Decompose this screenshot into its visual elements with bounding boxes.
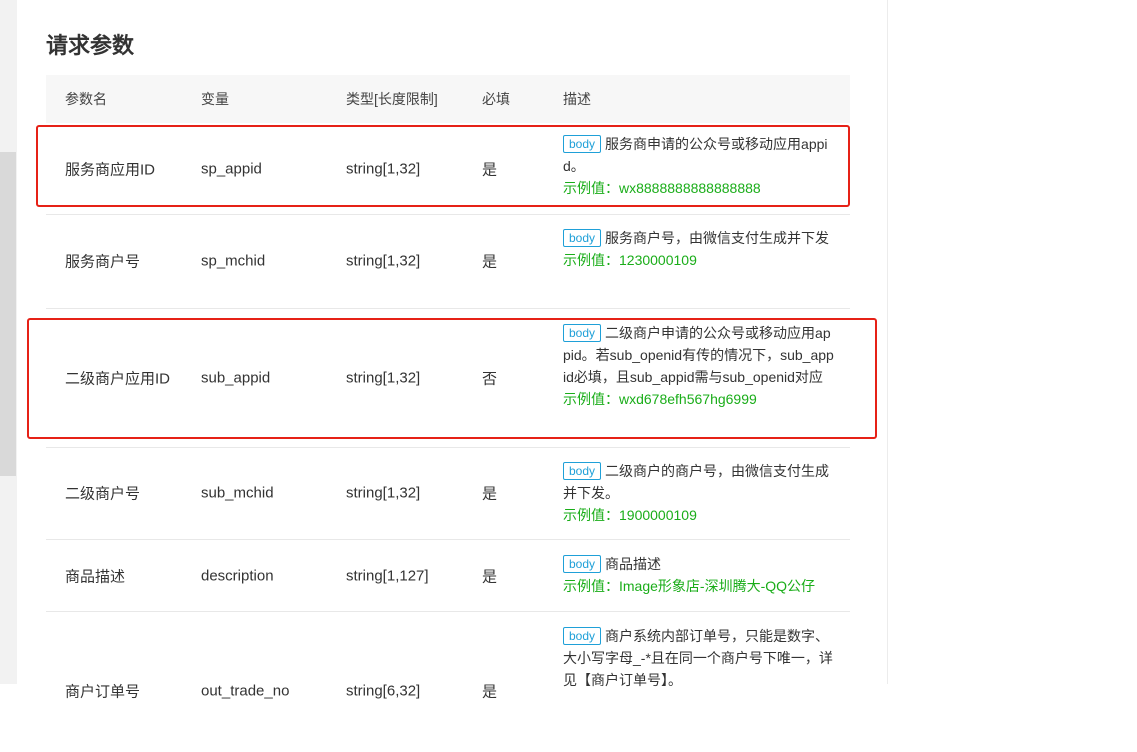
description-text: 商户系统内部订单号，只能是数字、大小写字母_-*且在同一个商户号下唯一，详见【商… [563, 628, 833, 688]
body-tag: body [563, 627, 602, 645]
description-text: 服务商户号，由微信支付生成并下发 [605, 230, 830, 246]
param-type: string[1,32] [346, 252, 421, 270]
param-required: 否 [482, 370, 498, 388]
param-description: body 商品描述 示例值：Image形象店-深圳腾大-QQ公仔 [563, 553, 835, 597]
body-tag: body [563, 324, 602, 342]
table-row: 商户订单号 out_trade_no string[6,32] 是 body 商户… [46, 612, 850, 752]
description-text: 二级商户申请的公众号或移动应用appid。若sub_openid有传的情况下，s… [563, 325, 834, 385]
table-header: 参数名 变量 类型[长度限制] 必填 描述 [46, 75, 850, 123]
body-tag: body [563, 229, 602, 247]
body-tag: body [563, 555, 602, 573]
param-description: body 二级商户申请的公众号或移动应用appid。若sub_openid有传的情… [563, 322, 835, 410]
example-value: 示例值：wxd678efh567hg6999 [563, 391, 757, 407]
body-tag: body [563, 135, 602, 153]
description-text: 服务商申请的公众号或移动应用appid。 [563, 136, 828, 174]
param-type: string[6,32] [346, 682, 421, 700]
table-row: 服务商户号 sp_mchid string[1,32] 是 body 服务商户号，… [46, 215, 850, 309]
header-description: 描述 [563, 91, 591, 107]
param-description: body 二级商户的商户号，由微信支付生成并下发。 示例值：1900000109 [563, 460, 835, 526]
param-type: string[1,32] [346, 160, 421, 178]
param-name: 二级商户号 [65, 485, 141, 503]
params-table: 参数名 变量 类型[长度限制] 必填 描述 服务商应用ID sp_appid s… [46, 75, 850, 752]
param-name: 商品描述 [65, 568, 126, 586]
param-variable: sub_mchid [201, 484, 274, 502]
example-value: 示例值：1900000109 [563, 507, 697, 523]
example-value: 示例值：Image形象店-深圳腾大-QQ公仔 [563, 578, 816, 594]
param-type: string[1,32] [346, 369, 421, 387]
param-variable: sp_mchid [201, 252, 266, 270]
table-row: 服务商应用ID sp_appid string[1,32] 是 body 服务商申… [46, 123, 850, 215]
param-description: body 服务商申请的公众号或移动应用appid。 示例值：wx888888888… [563, 133, 835, 199]
param-type: string[1,32] [346, 484, 421, 502]
header-type: 类型[长度限制] [346, 91, 438, 107]
param-name: 二级商户应用ID [65, 370, 171, 388]
corner-icon: ⌃ [0, 0, 11, 7]
table-row: 二级商户号 sub_mchid string[1,32] 是 body 二级商户的… [46, 448, 850, 540]
param-type: string[1,127] [346, 567, 429, 585]
scrollbar-thumb[interactable] [0, 152, 16, 476]
body-tag: body [563, 462, 602, 480]
param-variable: sub_appid [201, 369, 271, 387]
description-text: 商品描述 [605, 556, 662, 572]
table-row: 二级商户应用ID sub_appid string[1,32] 否 body 二级… [46, 309, 850, 448]
param-required: 是 [482, 253, 498, 271]
param-required: 是 [482, 161, 498, 179]
table-row: 商品描述 description string[1,127] 是 body 商品描… [46, 540, 850, 612]
header-variable: 变量 [201, 91, 229, 107]
param-variable: description [201, 567, 274, 585]
right-panel [887, 0, 1137, 684]
header-required: 必填 [482, 91, 510, 107]
param-name: 服务商户号 [65, 253, 141, 271]
param-description: body 商户系统内部订单号，只能是数字、大小写字母_-*且在同一个商户号下唯一，… [563, 625, 835, 691]
section-title: 请求参数 [46, 33, 135, 58]
param-variable: out_trade_no [201, 682, 290, 700]
description-text: 二级商户的商户号，由微信支付生成并下发。 [563, 463, 830, 501]
param-required: 是 [482, 485, 498, 503]
header-param-name: 参数名 [65, 91, 107, 107]
param-description: body 服务商户号，由微信支付生成并下发 示例值：1230000109 [563, 227, 835, 271]
doc-content: 请求参数 参数名 变量 类型[长度限制] 必填 描述 服务商应用ID sp_ap… [17, 0, 887, 701]
example-value: 示例值：1230000109 [563, 252, 697, 268]
param-required: 是 [482, 568, 498, 586]
param-variable: sp_appid [201, 160, 262, 178]
example-value: 示例值：wx8888888888888888 [563, 180, 761, 196]
param-name: 服务商应用ID [65, 161, 156, 179]
